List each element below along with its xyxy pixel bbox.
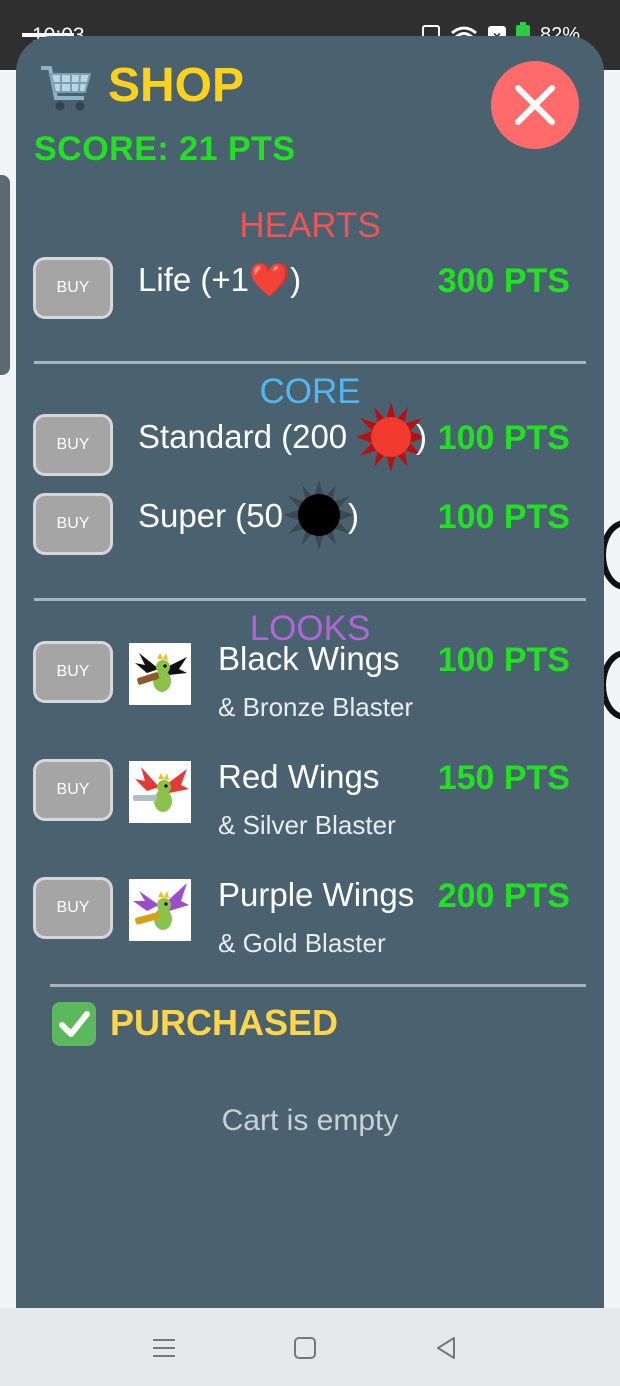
- navigation-bar: [0, 1308, 620, 1386]
- close-button[interactable]: [491, 61, 579, 149]
- item-name-super-core: Super (50: [138, 497, 283, 535]
- check-mark-icon: [52, 1002, 96, 1046]
- item-price-standard-core: 100 PTS: [437, 419, 570, 457]
- section-divider: [34, 598, 586, 601]
- item-name-super-prefix: Super (50: [138, 497, 283, 534]
- item-sub-red-wings: & Silver Blaster: [218, 810, 396, 840]
- item-name-life: Life (+1❤️): [138, 261, 302, 298]
- buy-button-purple-wings[interactable]: BUY: [33, 877, 113, 939]
- item-price-life: 300 PTS: [437, 262, 570, 300]
- shopping-cart-icon: [41, 66, 92, 111]
- section-title-core: CORE: [259, 372, 361, 411]
- purple-wings-dragon-icon: [129, 879, 191, 941]
- buy-button-standard-core[interactable]: BUY: [33, 414, 113, 476]
- section-divider: [34, 361, 586, 364]
- close-icon: [515, 85, 555, 125]
- item-sub-black-wings: & Bronze Blaster: [218, 692, 414, 722]
- buy-button-super-core[interactable]: BUY: [33, 493, 113, 555]
- recent-apps-icon[interactable]: [146, 1330, 182, 1366]
- item-name-black-wings: Black Wings: [218, 640, 400, 677]
- item-name-standard-prefix: Standard (200: [138, 418, 348, 455]
- item-name-red-wings: Red Wings: [218, 758, 380, 795]
- red-wings-dragon-icon: [129, 761, 191, 823]
- screen: 10:03 × 82% SHOP SCORE: 21 PT: [0, 0, 620, 1386]
- shop-modal: SHOP SCORE: 21 PTS HEARTS BUY Life (+1❤️…: [16, 36, 604, 1352]
- section-title-hearts: HEARTS: [239, 206, 381, 245]
- item-price-red-wings: 150 PTS: [437, 759, 570, 797]
- back-icon[interactable]: [428, 1330, 464, 1366]
- item-price-super-core: 100 PTS: [437, 498, 570, 536]
- item-price-purple-wings: 200 PTS: [437, 877, 570, 915]
- section-divider: [50, 984, 586, 987]
- item-sub-purple-wings: & Gold Blaster: [218, 928, 386, 958]
- section-title-purchased: PURCHASED: [110, 1002, 339, 1043]
- buy-button-life[interactable]: BUY: [33, 257, 113, 319]
- black-wings-dragon-icon: [129, 643, 191, 705]
- item-name-super-suffix: ): [348, 497, 359, 534]
- buy-button-black-wings[interactable]: BUY: [33, 641, 113, 703]
- buy-button-red-wings[interactable]: BUY: [33, 759, 113, 821]
- background-panel-edge: [0, 175, 10, 375]
- score-display: SCORE: 21 PTS: [34, 130, 296, 168]
- black-core-icon: [284, 480, 354, 550]
- home-icon[interactable]: [287, 1330, 323, 1366]
- shop-title: SHOP: [108, 59, 245, 112]
- item-name-purple-wings: Purple Wings: [218, 876, 415, 913]
- cart-empty-message: Cart is empty: [221, 1104, 399, 1137]
- item-name-standard-core: Standard (200: [138, 418, 347, 456]
- item-price-black-wings: 100 PTS: [437, 641, 570, 679]
- item-name-standard-suffix: ): [416, 418, 427, 455]
